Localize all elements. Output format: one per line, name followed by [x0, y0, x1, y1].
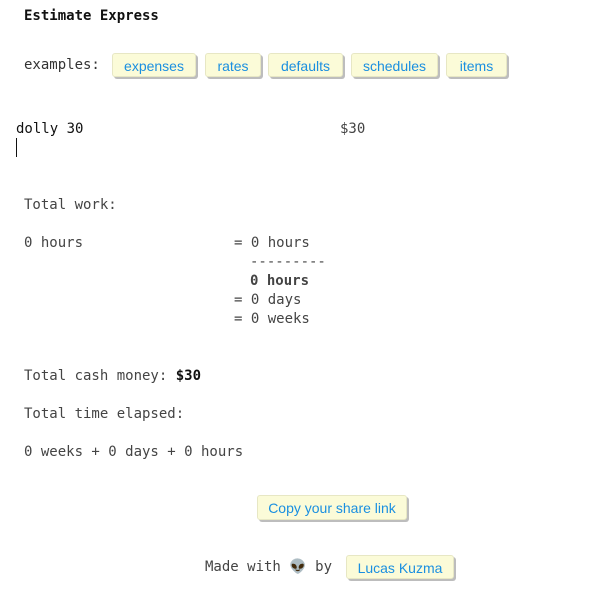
footer-by: by: [315, 559, 333, 575]
text-cursor: [16, 138, 17, 157]
examples-label: examples:: [24, 57, 100, 73]
copy-share-link-button[interactable]: Copy your share link: [257, 495, 407, 520]
time-elapsed-summary: 0 weeks + 0 days + 0 hours: [24, 444, 244, 460]
total-cash-label: Total cash money:: [24, 368, 168, 384]
work-total-hours: 0 hours: [250, 273, 310, 289]
editor-line-price: $30: [340, 121, 366, 137]
alien-emoji-icon: 👽: [289, 559, 307, 575]
example-rates-button[interactable]: rates: [205, 53, 261, 77]
work-eq-weeks: = 0 weeks: [234, 311, 310, 327]
total-work-heading: Total work:: [24, 197, 117, 213]
example-schedules-button[interactable]: schedules: [351, 53, 438, 77]
total-cash-line: Total cash money: $30: [24, 367, 201, 386]
example-defaults-button[interactable]: defaults: [268, 53, 343, 77]
example-items-button[interactable]: items: [446, 53, 507, 77]
app-title: Estimate Express: [24, 8, 159, 24]
work-eq-days: = 0 days: [234, 292, 302, 308]
work-divider: ---------: [250, 254, 326, 270]
author-link[interactable]: Lucas Kuzma: [346, 555, 454, 579]
time-elapsed-heading: Total time elapsed:: [24, 406, 185, 422]
editor-line-text[interactable]: dolly 30: [16, 120, 83, 139]
work-left-value: 0 hours: [24, 235, 84, 251]
footer-made-with: Made with: [205, 559, 281, 575]
example-expenses-button[interactable]: expenses: [112, 53, 196, 77]
footer-credit: Made with 👽 by: [205, 558, 332, 577]
work-eq-hours: = 0 hours: [234, 235, 310, 251]
total-cash-value: $30: [175, 368, 202, 384]
